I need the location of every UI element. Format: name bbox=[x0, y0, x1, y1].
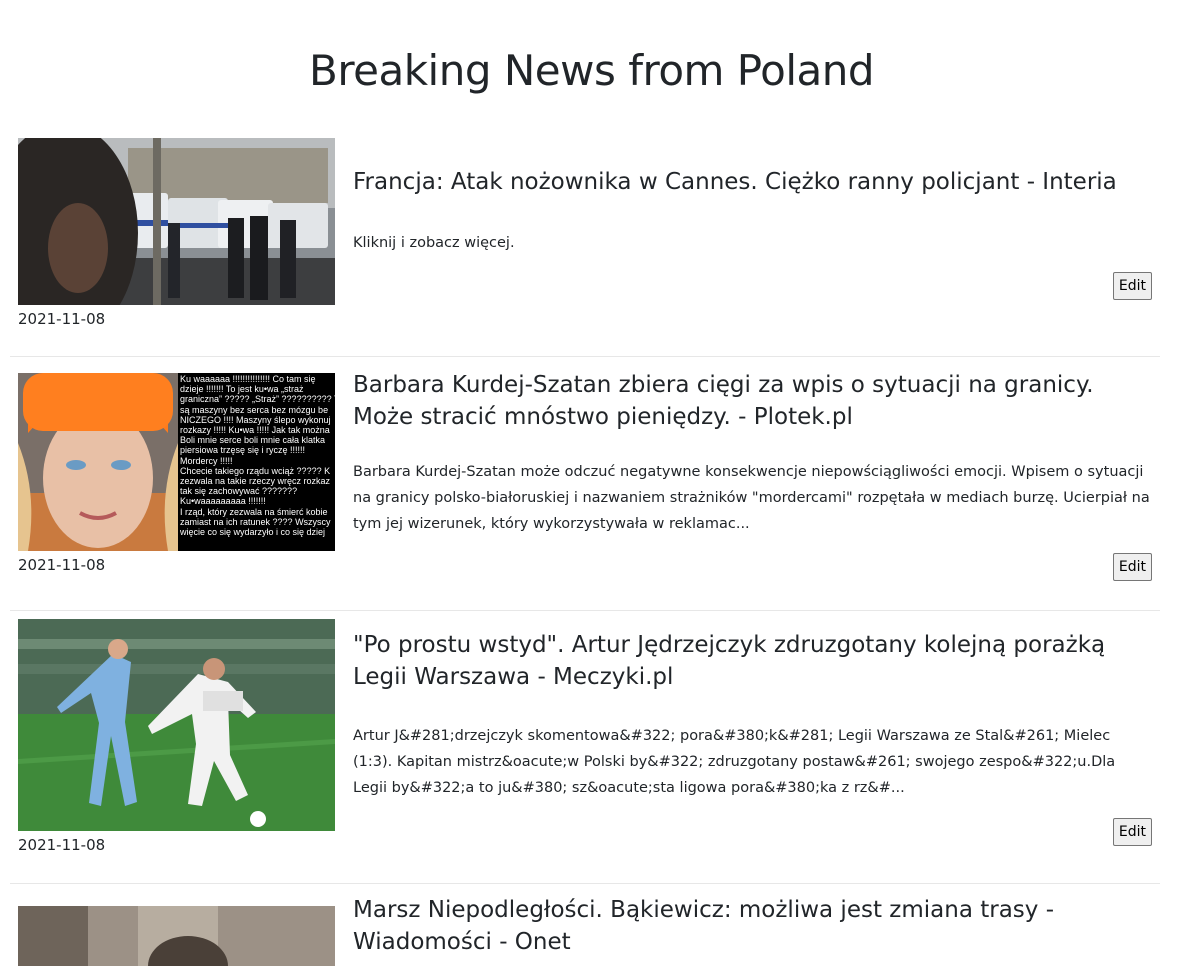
article-title[interactable]: Francja: Atak nożownika w Cannes. Ciężko… bbox=[353, 166, 1152, 198]
article-title[interactable]: Marsz Niepodległości. Bąkiewicz: możliwa… bbox=[353, 894, 1152, 958]
article-summary: Kliknij i zobacz więcej. bbox=[353, 235, 515, 251]
article-date: 2021-11-08 bbox=[18, 836, 106, 854]
article-date: 2021-11-08 bbox=[18, 310, 106, 328]
football-players-photo-icon bbox=[18, 619, 335, 831]
news-item: 2021-11-08 Francja: Atak nożownika w Can… bbox=[10, 138, 1160, 357]
police-vans-photo-icon bbox=[18, 138, 335, 305]
woman-orange-beanie-photo-icon bbox=[18, 373, 178, 551]
news-item: 2021-11-08 "Po prostu wstyd". Artur Jędr… bbox=[10, 611, 1160, 884]
news-item: Ku waaaaaa !!!!!!!!!!!!!!! Co tam się dz… bbox=[10, 357, 1160, 611]
article-thumbnail[interactable] bbox=[18, 138, 335, 305]
edit-button[interactable]: Edit bbox=[1112, 818, 1152, 846]
article-summary: Barbara Kurdej-Szatan może odczuć negaty… bbox=[353, 464, 1150, 532]
article-thumbnail[interactable] bbox=[18, 906, 335, 966]
article-title[interactable]: "Po prostu wstyd". Artur Jędrzejczyk zdr… bbox=[353, 629, 1152, 693]
article-title[interactable]: Barbara Kurdej-Szatan zbiera cięgi za wp… bbox=[353, 369, 1152, 433]
page-title: Breaking News from Poland bbox=[309, 46, 875, 95]
news-photo-icon bbox=[18, 906, 335, 966]
image-overlay-text: Ku waaaaaa !!!!!!!!!!!!!!! Co tam się dz… bbox=[178, 373, 335, 551]
news-list: 2021-11-08 Francja: Atak nożownika w Can… bbox=[10, 138, 1160, 966]
article-summary: Artur J&#281;drzejczyk skomentowa&#322; … bbox=[353, 728, 1116, 796]
article-thumbnail[interactable] bbox=[18, 619, 335, 831]
edit-button[interactable]: Edit bbox=[1112, 553, 1152, 581]
edit-button[interactable]: Edit bbox=[1112, 272, 1152, 300]
article-thumbnail[interactable]: Ku waaaaaa !!!!!!!!!!!!!!! Co tam się dz… bbox=[18, 373, 335, 551]
article-date: 2021-11-08 bbox=[18, 556, 106, 574]
news-item: Marsz Niepodległości. Bąkiewicz: możliwa… bbox=[10, 884, 1160, 966]
